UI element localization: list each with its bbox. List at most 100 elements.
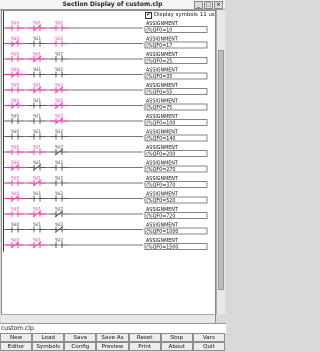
ladder-rung[interactable]: %I0 %I1 %I2 ASSIGNMENT(%QF0=35: [3, 67, 208, 80]
close-icon[interactable]: ×: [214, 1, 223, 9]
contact-i2[interactable]: %I2: [50, 207, 68, 218]
contact-i1[interactable]: %I1: [28, 36, 46, 47]
contact-i1[interactable]: %I1: [28, 52, 46, 63]
ladder-rung[interactable]: %I0 %I1 %I2 ASSIGNMENT(%QF0=17: [3, 36, 208, 49]
contact-i2[interactable]: %I2: [50, 129, 68, 140]
contact-i0[interactable]: %I0: [6, 67, 24, 78]
contact-i0[interactable]: %I0: [6, 21, 24, 32]
contact-i0[interactable]: %I0: [6, 36, 24, 47]
assignment-block[interactable]: ASSIGNMENT(%QF0=55: [144, 83, 208, 95]
display-symbols-checkbox[interactable]: ✔: [145, 11, 152, 19]
assignment-block[interactable]: ASSIGNMENT(%QF0=1000: [144, 223, 208, 235]
quit-button[interactable]: Quit: [192, 342, 225, 351]
contact-i2[interactable]: %I2: [50, 114, 68, 125]
contact-i0[interactable]: %I0: [6, 176, 24, 187]
about-button[interactable]: About: [160, 342, 193, 351]
ladder-rung[interactable]: %I0 %I1 %I2 ASSIGNMENT(%QF0=1000: [3, 222, 208, 235]
contact-i0[interactable]: %I0: [6, 98, 24, 109]
assignment-block[interactable]: ASSIGNMENT(%QF0=17: [144, 37, 208, 49]
config-button[interactable]: Config: [64, 342, 97, 351]
ladder-rung[interactable]: %I0 %I1 %I2 ASSIGNMENT(%QF0=75: [3, 98, 208, 111]
assignment-block[interactable]: ASSIGNMENT(%QF0=1500: [144, 238, 208, 250]
contact-i0[interactable]: %I0: [6, 145, 24, 156]
ladder-rung[interactable]: %I0 %I1 %I2 ASSIGNMENT(%QF0=10: [3, 21, 208, 34]
scroll-thumb[interactable]: [218, 50, 224, 290]
contact-i1[interactable]: %I1: [28, 160, 46, 171]
contact-i1[interactable]: %I1: [28, 129, 46, 140]
save-as-button[interactable]: Save As: [96, 333, 129, 342]
reset-button[interactable]: Reset: [128, 333, 161, 342]
ladder-rung[interactable]: %I0 %I1 %I2 ASSIGNMENT(%QF0=140: [3, 129, 208, 142]
contact-i2[interactable]: %I2: [50, 52, 68, 63]
assignment-block[interactable]: ASSIGNMENT(%QF0=200: [144, 145, 208, 157]
editor-button[interactable]: Editor: [0, 342, 33, 351]
contact-i0[interactable]: %I0: [6, 160, 24, 171]
assignment-block[interactable]: ASSIGNMENT(%QF0=720: [144, 207, 208, 219]
assignment-block[interactable]: ASSIGNMENT(%QF0=75: [144, 99, 208, 111]
contact-i1[interactable]: %I1: [28, 21, 46, 32]
minimize-icon[interactable]: _: [194, 1, 203, 9]
vars-button[interactable]: Vars: [192, 333, 225, 342]
ladder-rung[interactable]: %I0 %I1 %I2 ASSIGNMENT(%QF0=55: [3, 83, 208, 96]
contact-i1[interactable]: %I1: [28, 98, 46, 109]
contact-i0[interactable]: %I0: [6, 207, 24, 218]
contact-i2[interactable]: %I2: [50, 98, 68, 109]
contact-i1[interactable]: %I1: [28, 222, 46, 233]
ladder-view[interactable]: %I0 %I1 %I2 ASSIGNMENT (%QF0=10 %I0 %I1 %I2 ASSI…: [1, 10, 216, 326]
contact-i0[interactable]: %I0: [6, 191, 24, 202]
horizontal-scrollbar[interactable]: [1, 314, 215, 323]
contact-i2[interactable]: %I2: [50, 83, 68, 94]
ladder-rung[interactable]: %I0 %I1 %I2 ASSIGNMENT(%QF0=370: [3, 176, 208, 189]
ladder-rung[interactable]: %I0 %I1 %I2 ASSIGNMENT(%QF0=1500: [3, 238, 208, 251]
contact-i0[interactable]: %I0: [6, 52, 24, 63]
assignment-block[interactable]: ASSIGNMENT(%QF0=140: [144, 130, 208, 142]
contact-i0[interactable]: %I0: [6, 83, 24, 94]
contact-i1[interactable]: %I1: [28, 191, 46, 202]
contact-i1[interactable]: %I1: [28, 238, 46, 249]
ladder-rung[interactable]: %I0 %I1 %I2 ASSIGNMENT(%QF0=100: [3, 114, 208, 127]
button-row-1: New Load Save Save As Reset Stop Vars: [0, 333, 225, 342]
contact-i2[interactable]: %I2: [50, 176, 68, 187]
contact-i0[interactable]: %I0: [6, 222, 24, 233]
contact-i2[interactable]: %I2: [50, 36, 68, 47]
ladder-rung[interactable]: %I0 %I1 %I2 ASSIGNMENT(%QF0=200: [3, 145, 208, 158]
assignment-label: ASSIGNMENT: [146, 68, 178, 74]
assignment-block[interactable]: ASSIGNMENT(%QF0=520: [144, 192, 208, 204]
ladder-rung[interactable]: %I0 %I1 %I2 ASSIGNMENT(%QF0=25: [3, 52, 208, 65]
preview-button[interactable]: Preview: [96, 342, 129, 351]
contact-i0[interactable]: %I0: [6, 114, 24, 125]
contact-i0[interactable]: %I0: [6, 129, 24, 140]
load-button[interactable]: Load: [32, 333, 65, 342]
contact-i2[interactable]: %I2: [50, 145, 68, 156]
contact-i0[interactable]: %I0: [6, 238, 24, 249]
contact-i2[interactable]: %I2: [50, 191, 68, 202]
contact-i1[interactable]: %I1: [28, 114, 46, 125]
contact-i1[interactable]: %I1: [28, 83, 46, 94]
contact-i2[interactable]: %I2: [50, 67, 68, 78]
contact-i2[interactable]: %I2: [50, 160, 68, 171]
assignment-block[interactable]: ASSIGNMENT(%QF0=370: [144, 176, 208, 188]
assignment-block[interactable]: ASSIGNMENT(%QF0=100: [144, 114, 208, 126]
symbols-button[interactable]: Symbols: [32, 342, 65, 351]
assignment-block[interactable]: ASSIGNMENT(%QF0=270: [144, 161, 208, 173]
contact-i2[interactable]: %I2: [50, 222, 68, 233]
save-button[interactable]: Save: [64, 333, 97, 342]
ladder-rung[interactable]: %I0 %I1 %I2 ASSIGNMENT(%QF0=270: [3, 160, 208, 173]
contact-i2[interactable]: %I2: [50, 238, 68, 249]
print-button[interactable]: Print: [128, 342, 161, 351]
new-button[interactable]: New: [0, 333, 33, 342]
ladder-rung[interactable]: %I0 %I1 %I2 ASSIGNMENT(%QF0=720: [3, 207, 208, 220]
contact-i1[interactable]: %I1: [28, 145, 46, 156]
contact-i1[interactable]: %I1: [28, 67, 46, 78]
maximize-icon[interactable]: □: [204, 1, 213, 9]
assignment-block[interactable]: ASSIGNMENT(%QF0=10: [144, 21, 208, 33]
contact-i2[interactable]: %I2: [50, 21, 68, 32]
stop-button[interactable]: Stop: [160, 333, 193, 342]
display-symbols-toggle[interactable]: ✔ Display symbols 11 us: [145, 11, 215, 19]
contact-i1[interactable]: %I1: [28, 176, 46, 187]
vertical-scrollbar[interactable]: [216, 10, 225, 314]
ladder-rung[interactable]: %I0 %I1 %I2 ASSIGNMENT(%QF0=520: [3, 191, 208, 204]
assignment-block[interactable]: ASSIGNMENT(%QF0=35: [144, 68, 208, 80]
assignment-block[interactable]: ASSIGNMENT(%QF0=25: [144, 52, 208, 64]
contact-i1[interactable]: %I1: [28, 207, 46, 218]
